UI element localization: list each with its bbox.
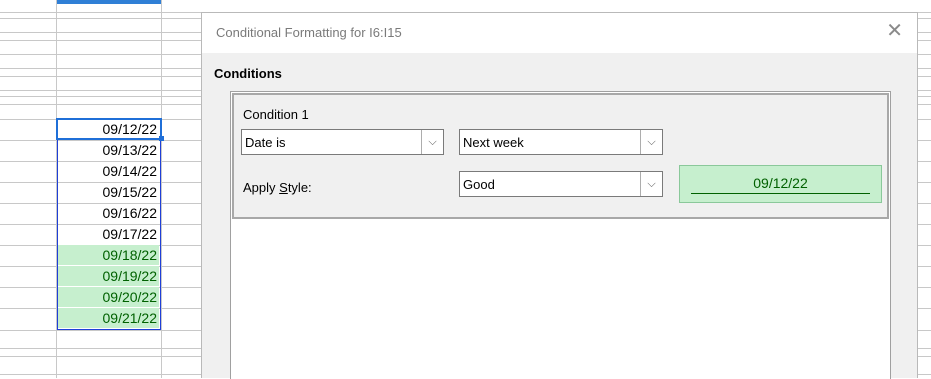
style-preview-text: 09/12/22 xyxy=(753,175,808,191)
condition-type-dropdown[interactable]: Date is ⌵ xyxy=(241,129,444,155)
dialog-titlebar: Conditional Formatting for I6:I15 ✕ xyxy=(202,13,917,53)
condition-entry[interactable]: Condition 1 Date is ⌵ Next week ⌵ Apply … xyxy=(232,93,889,219)
apply-style-value: Good xyxy=(463,177,495,192)
active-cell[interactable] xyxy=(56,118,162,140)
conditional-formatting-dialog: Conditional Formatting for I6:I15 ✕ Cond… xyxy=(201,12,918,379)
preview-underline xyxy=(691,193,870,194)
chevron-down-icon[interactable]: ⌵ xyxy=(640,130,662,154)
date-condition-dropdown[interactable]: Next week ⌵ xyxy=(459,129,663,155)
conditions-list[interactable]: Condition 1 Date is ⌵ Next week ⌵ Apply … xyxy=(230,91,891,379)
dialog-title: Conditional Formatting for I6:I15 xyxy=(216,25,402,40)
condition-label: Condition 1 xyxy=(243,107,309,122)
apply-style-label: Apply Style: xyxy=(243,180,312,195)
chevron-down-icon[interactable]: ⌵ xyxy=(421,130,443,154)
fill-handle[interactable] xyxy=(159,136,164,141)
column-divider xyxy=(161,0,162,378)
selected-range xyxy=(57,119,161,330)
date-condition-value: Next week xyxy=(463,135,524,150)
condition-type-value: Date is xyxy=(245,135,286,150)
close-icon[interactable]: ✕ xyxy=(886,21,903,41)
style-preview: 09/12/22 xyxy=(679,165,882,203)
chevron-down-icon[interactable]: ⌵ xyxy=(640,172,662,196)
column-header-selected xyxy=(56,0,162,4)
apply-style-dropdown[interactable]: Good ⌵ xyxy=(459,171,663,197)
conditions-heading: Conditions xyxy=(214,66,282,81)
